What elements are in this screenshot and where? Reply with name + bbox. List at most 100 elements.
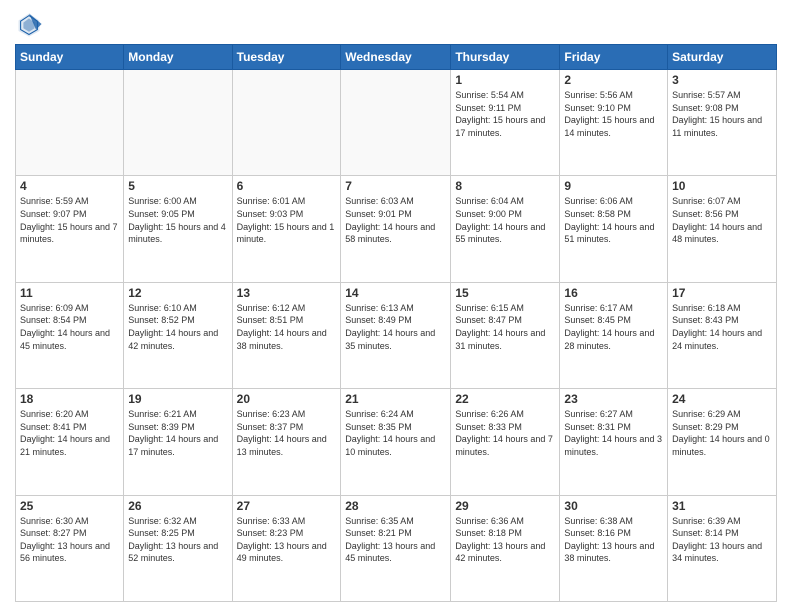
calendar-cell: 10Sunrise: 6:07 AM Sunset: 8:56 PM Dayli… — [668, 176, 777, 282]
day-info: Sunrise: 6:23 AM Sunset: 8:37 PM Dayligh… — [237, 408, 337, 458]
logo — [15, 10, 47, 38]
calendar-cell: 30 Sunrise: 6:38 AM Sunset: 8:16 PM Dayli… — [560, 495, 668, 601]
day-number: 30 — [564, 499, 663, 513]
day-info: Sunrise: 6:39 AM Sunset: 8:14 PM Dayligh… — [672, 515, 772, 565]
day-number: 6 — [237, 179, 337, 193]
day-number: 3 — [672, 73, 772, 87]
day-number: 8 — [455, 179, 555, 193]
calendar-header-row: SundayMondayTuesdayWednesdayThursdayFrid… — [16, 45, 777, 70]
calendar-week-3: 18 Sunrise: 6:20 AM Sunset: 8:41 PM Dayli… — [16, 389, 777, 495]
calendar-header-wednesday: Wednesday — [341, 45, 451, 70]
day-info: Sunrise: 6:29 AM Sunset: 8:29 PM Dayligh… — [672, 408, 772, 458]
day-number: 28 — [345, 499, 446, 513]
day-info: Sunrise: 5:54 AM Sunset: 9:11 PM Dayligh… — [455, 89, 555, 139]
calendar-cell: 26Sunrise: 6:32 AM Sunset: 8:25 PM Dayli… — [124, 495, 232, 601]
day-number: 22 — [455, 392, 555, 406]
day-number: 7 — [345, 179, 446, 193]
calendar-cell — [341, 70, 451, 176]
calendar-cell: 29 Sunrise: 6:36 AM Sunset: 8:18 PM Dayli… — [451, 495, 560, 601]
day-info: Sunrise: 6:20 AM Sunset: 8:41 PM Dayligh… — [20, 408, 119, 458]
day-info: Sunrise: 6:17 AM Sunset: 8:45 PM Dayligh… — [564, 302, 663, 352]
day-info: Sunrise: 6:24 AM Sunset: 8:35 PM Dayligh… — [345, 408, 446, 458]
calendar-cell — [232, 70, 341, 176]
day-number: 14 — [345, 286, 446, 300]
calendar-header-monday: Monday — [124, 45, 232, 70]
day-info: Sunrise: 5:59 AM Sunset: 9:07 PM Dayligh… — [20, 195, 119, 245]
day-number: 23 — [564, 392, 663, 406]
calendar-cell: 2 Sunrise: 5:56 AM Sunset: 9:10 PM Daylig… — [560, 70, 668, 176]
day-info: Sunrise: 6:38 AM Sunset: 8:16 PM Dayligh… — [564, 515, 663, 565]
day-number: 2 — [564, 73, 663, 87]
calendar-cell: 13 Sunrise: 6:12 AM Sunset: 8:51 PM Dayli… — [232, 282, 341, 388]
calendar-cell: 17 Sunrise: 6:18 AM Sunset: 8:43 PM Dayli… — [668, 282, 777, 388]
calendar-cell: 14 Sunrise: 6:13 AM Sunset: 8:49 PM Dayli… — [341, 282, 451, 388]
day-info: Sunrise: 6:04 AM Sunset: 9:00 PM Dayligh… — [455, 195, 555, 245]
calendar-cell: 20 Sunrise: 6:23 AM Sunset: 8:37 PM Dayli… — [232, 389, 341, 495]
day-info: Sunrise: 6:21 AM Sunset: 8:39 PM Dayligh… — [128, 408, 227, 458]
calendar-cell: 21 Sunrise: 6:24 AM Sunset: 8:35 PM Dayli… — [341, 389, 451, 495]
day-info: Sunrise: 6:26 AM Sunset: 8:33 PM Dayligh… — [455, 408, 555, 458]
day-info: Sunrise: 6:35 AM Sunset: 8:21 PM Dayligh… — [345, 515, 446, 565]
calendar-cell: 22 Sunrise: 6:26 AM Sunset: 8:33 PM Dayli… — [451, 389, 560, 495]
day-info: Sunrise: 6:07 AM Sunset: 8:56 PM Dayligh… — [672, 195, 772, 245]
day-info: Sunrise: 6:33 AM Sunset: 8:23 PM Dayligh… — [237, 515, 337, 565]
calendar-cell: 5 Sunrise: 6:00 AM Sunset: 9:05 PM Daylig… — [124, 176, 232, 282]
day-info: Sunrise: 6:01 AM Sunset: 9:03 PM Dayligh… — [237, 195, 337, 245]
calendar-cell: 31 Sunrise: 6:39 AM Sunset: 8:14 PM Dayli… — [668, 495, 777, 601]
day-number: 20 — [237, 392, 337, 406]
day-number: 1 — [455, 73, 555, 87]
calendar-header-thursday: Thursday — [451, 45, 560, 70]
day-info: Sunrise: 6:13 AM Sunset: 8:49 PM Dayligh… — [345, 302, 446, 352]
calendar-cell — [124, 70, 232, 176]
day-info: Sunrise: 6:15 AM Sunset: 8:47 PM Dayligh… — [455, 302, 555, 352]
day-number: 21 — [345, 392, 446, 406]
day-info: Sunrise: 6:09 AM Sunset: 8:54 PM Dayligh… — [20, 302, 119, 352]
day-number: 4 — [20, 179, 119, 193]
calendar-cell: 19 Sunrise: 6:21 AM Sunset: 8:39 PM Dayli… — [124, 389, 232, 495]
day-info: Sunrise: 5:57 AM Sunset: 9:08 PM Dayligh… — [672, 89, 772, 139]
day-info: Sunrise: 6:10 AM Sunset: 8:52 PM Dayligh… — [128, 302, 227, 352]
day-number: 29 — [455, 499, 555, 513]
calendar-table: SundayMondayTuesdayWednesdayThursdayFrid… — [15, 44, 777, 602]
day-number: 16 — [564, 286, 663, 300]
logo-icon — [15, 10, 43, 38]
calendar-cell: 12Sunrise: 6:10 AM Sunset: 8:52 PM Dayli… — [124, 282, 232, 388]
day-number: 15 — [455, 286, 555, 300]
page: SundayMondayTuesdayWednesdayThursdayFrid… — [0, 0, 792, 612]
day-info: Sunrise: 6:36 AM Sunset: 8:18 PM Dayligh… — [455, 515, 555, 565]
calendar-header-sunday: Sunday — [16, 45, 124, 70]
day-number: 31 — [672, 499, 772, 513]
calendar-cell: 24Sunrise: 6:29 AM Sunset: 8:29 PM Dayli… — [668, 389, 777, 495]
day-number: 25 — [20, 499, 119, 513]
calendar-week-0: 1 Sunrise: 5:54 AM Sunset: 9:11 PM Daylig… — [16, 70, 777, 176]
calendar-cell: 1 Sunrise: 5:54 AM Sunset: 9:11 PM Daylig… — [451, 70, 560, 176]
calendar-cell — [16, 70, 124, 176]
day-number: 5 — [128, 179, 227, 193]
calendar-cell: 27 Sunrise: 6:33 AM Sunset: 8:23 PM Dayli… — [232, 495, 341, 601]
calendar-cell: 8 Sunrise: 6:04 AM Sunset: 9:00 PM Daylig… — [451, 176, 560, 282]
day-info: Sunrise: 6:12 AM Sunset: 8:51 PM Dayligh… — [237, 302, 337, 352]
day-info: Sunrise: 6:27 AM Sunset: 8:31 PM Dayligh… — [564, 408, 663, 458]
day-info: Sunrise: 6:18 AM Sunset: 8:43 PM Dayligh… — [672, 302, 772, 352]
day-info: Sunrise: 6:30 AM Sunset: 8:27 PM Dayligh… — [20, 515, 119, 565]
day-number: 27 — [237, 499, 337, 513]
day-number: 11 — [20, 286, 119, 300]
calendar-week-2: 11 Sunrise: 6:09 AM Sunset: 8:54 PM Dayli… — [16, 282, 777, 388]
day-number: 18 — [20, 392, 119, 406]
calendar-week-4: 25 Sunrise: 6:30 AM Sunset: 8:27 PM Dayli… — [16, 495, 777, 601]
day-info: Sunrise: 6:03 AM Sunset: 9:01 PM Dayligh… — [345, 195, 446, 245]
calendar-cell: 16 Sunrise: 6:17 AM Sunset: 8:45 PM Dayli… — [560, 282, 668, 388]
calendar-cell: 6 Sunrise: 6:01 AM Sunset: 9:03 PM Daylig… — [232, 176, 341, 282]
day-info: Sunrise: 6:06 AM Sunset: 8:58 PM Dayligh… — [564, 195, 663, 245]
calendar-cell: 7 Sunrise: 6:03 AM Sunset: 9:01 PM Daylig… — [341, 176, 451, 282]
calendar-cell: 4 Sunrise: 5:59 AM Sunset: 9:07 PM Daylig… — [16, 176, 124, 282]
calendar-cell: 11 Sunrise: 6:09 AM Sunset: 8:54 PM Dayli… — [16, 282, 124, 388]
calendar-header-tuesday: Tuesday — [232, 45, 341, 70]
day-info: Sunrise: 6:00 AM Sunset: 9:05 PM Dayligh… — [128, 195, 227, 245]
calendar-header-saturday: Saturday — [668, 45, 777, 70]
day-number: 17 — [672, 286, 772, 300]
day-info: Sunrise: 5:56 AM Sunset: 9:10 PM Dayligh… — [564, 89, 663, 139]
day-number: 19 — [128, 392, 227, 406]
day-number: 13 — [237, 286, 337, 300]
calendar-cell: 18 Sunrise: 6:20 AM Sunset: 8:41 PM Dayli… — [16, 389, 124, 495]
